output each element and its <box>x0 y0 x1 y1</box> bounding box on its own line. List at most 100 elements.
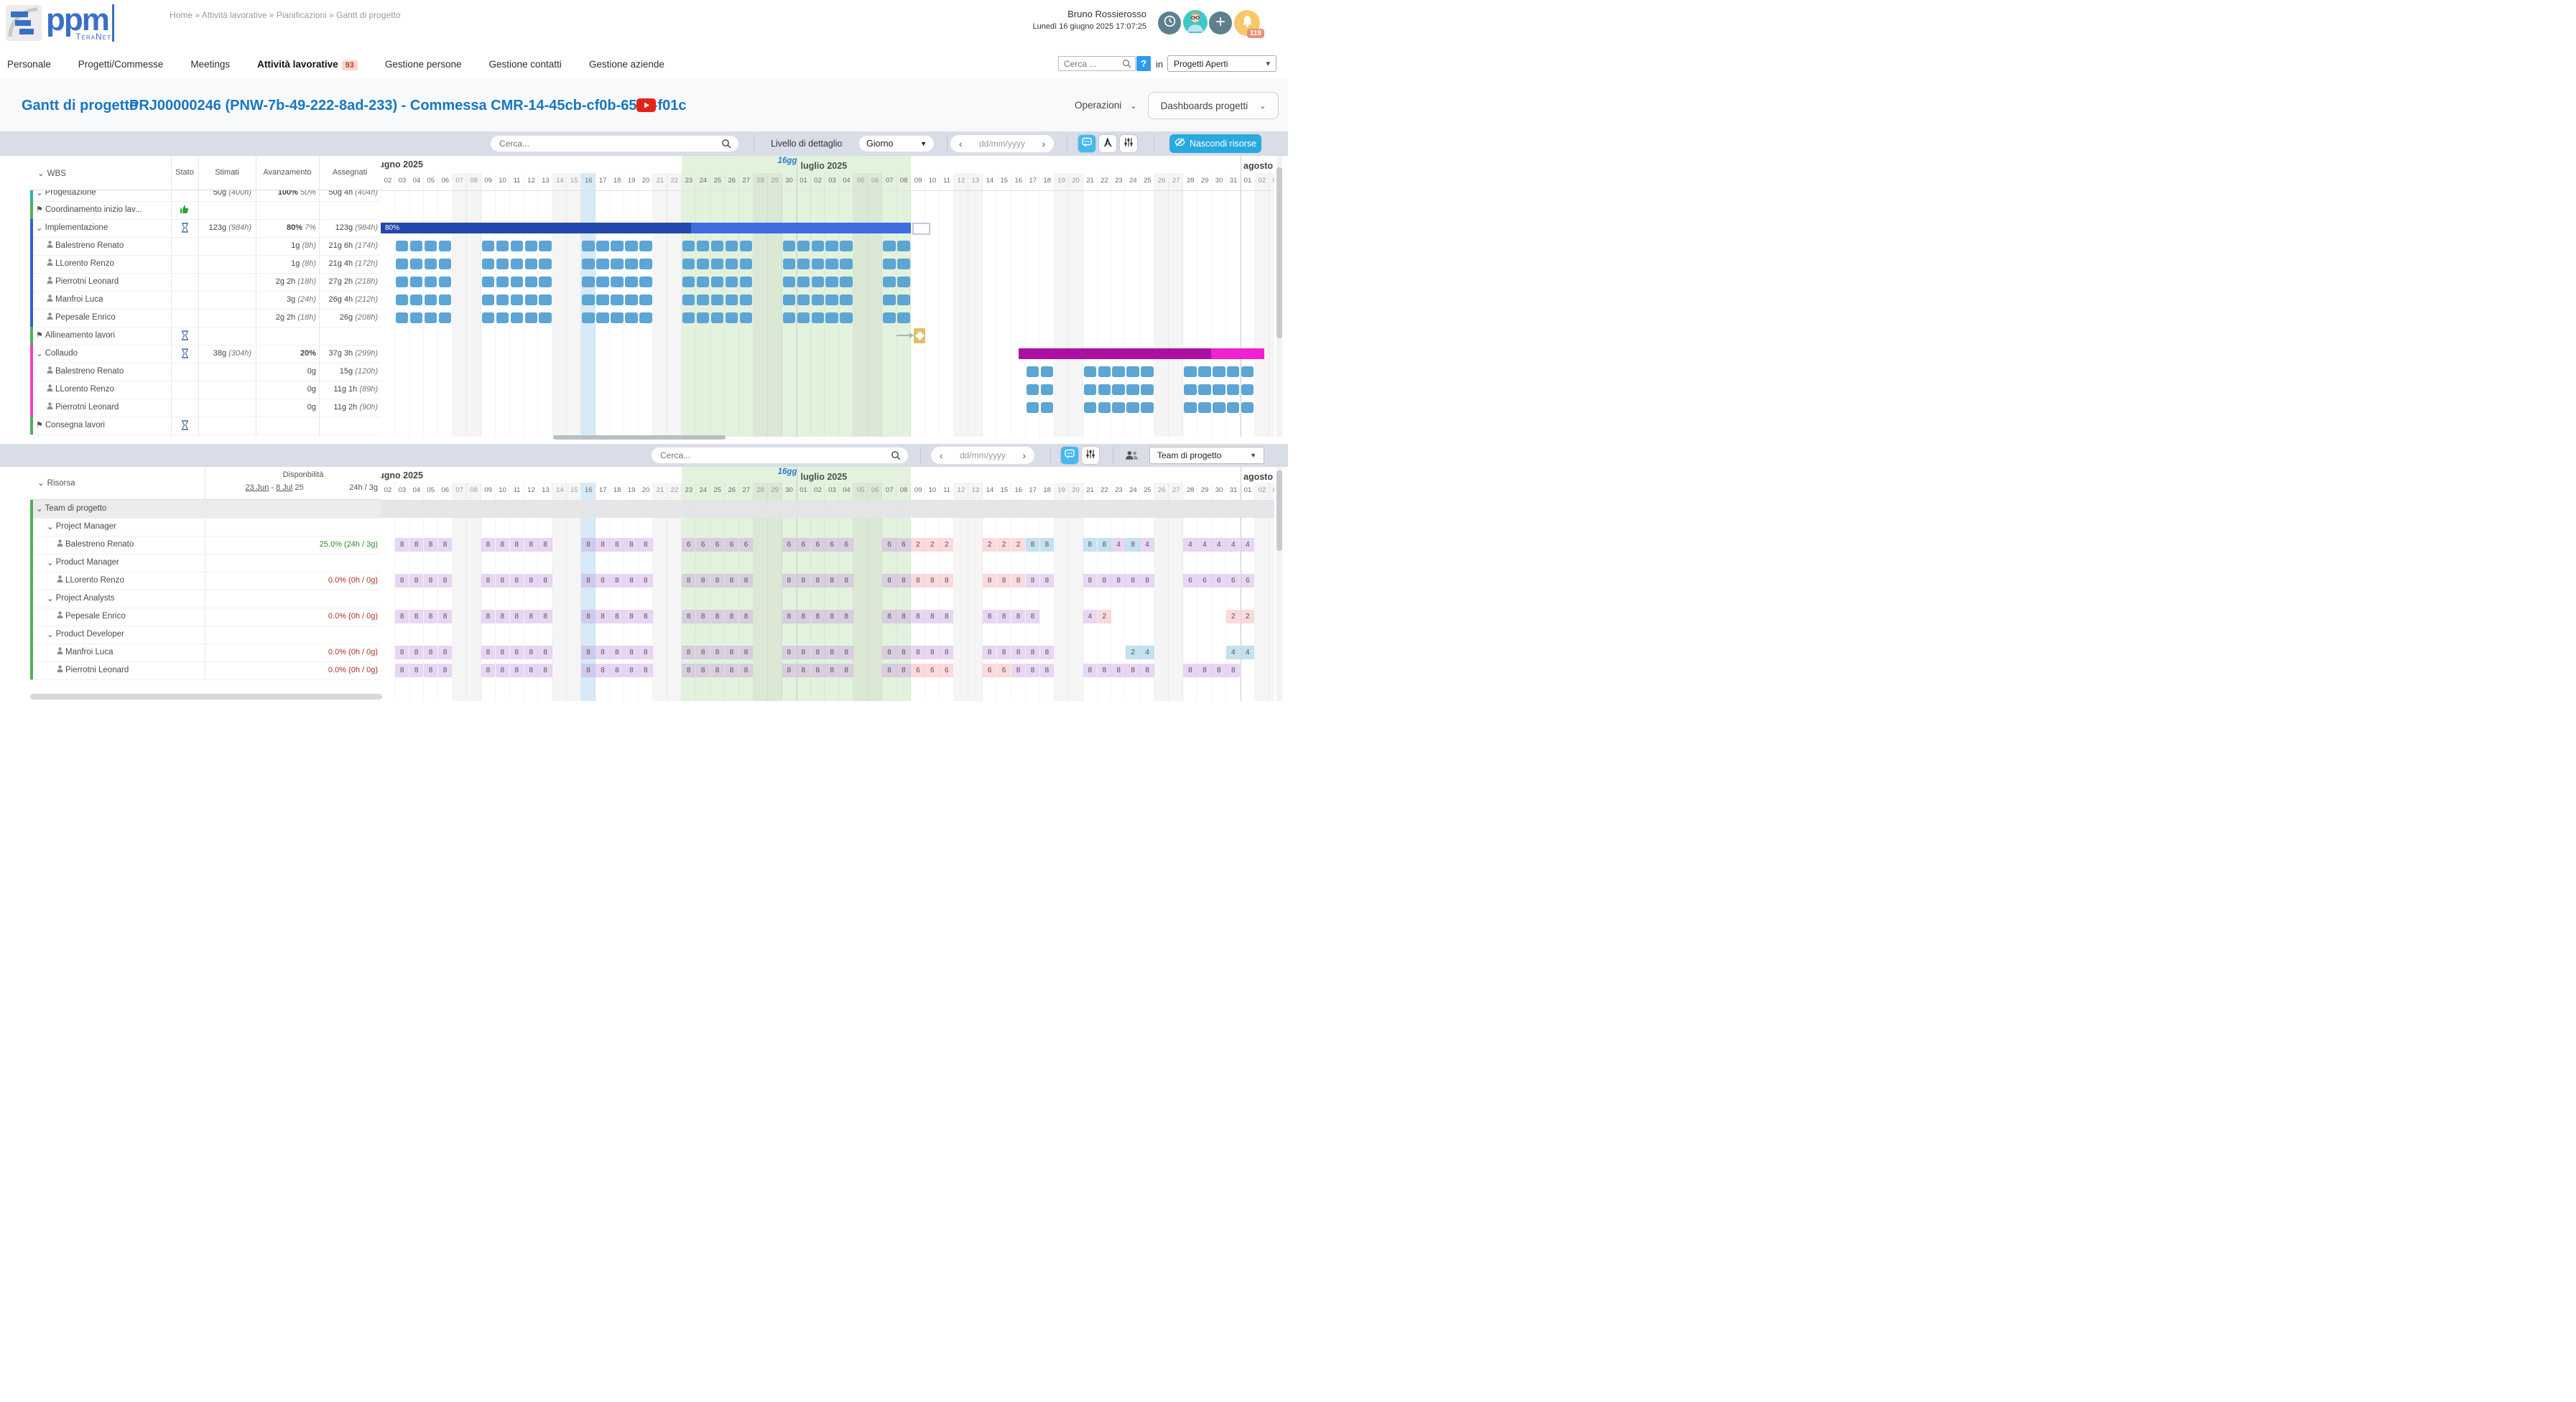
search-help-button[interactable]: ? <box>1136 56 1151 71</box>
allocation-cell[interactable]: 8 <box>710 664 724 677</box>
allocation-cell[interactable]: 2 <box>1098 610 1111 623</box>
allocation-cell[interactable]: 8 <box>424 574 437 588</box>
resource-row[interactable]: ⌄Project Manager <box>30 518 381 537</box>
gantt-day-bar[interactable] <box>611 294 623 305</box>
gantt-day-bar[interactable] <box>697 277 709 287</box>
add-button[interactable]: + <box>1209 11 1232 34</box>
allocation-cell[interactable]: 8 <box>538 646 552 659</box>
allocation-cell[interactable]: 8 <box>983 646 996 659</box>
gantt-day-bar[interactable] <box>396 312 408 323</box>
allocation-cell[interactable]: 4 <box>1111 538 1125 552</box>
gantt-day-bar[interactable] <box>625 312 637 323</box>
allocation-cell[interactable]: 2 <box>940 538 953 552</box>
resource-search-input[interactable] <box>652 447 908 463</box>
dashboards-dropdown-button[interactable]: Dashboards progetti ⌄ <box>1148 92 1279 119</box>
allocation-cell[interactable]: 8 <box>395 646 409 659</box>
gantt-day-bar[interactable] <box>1241 402 1254 413</box>
gantt-day-bar[interactable] <box>797 241 810 251</box>
allocation-cell[interactable]: 8 <box>624 646 638 659</box>
gantt-day-bar[interactable] <box>726 312 738 323</box>
allocation-cell[interactable]: 8 <box>983 574 996 588</box>
allocation-cell[interactable]: 8 <box>710 574 724 588</box>
allocation-cell[interactable]: 8 <box>1098 574 1111 588</box>
allocation-cell[interactable]: 8 <box>682 646 695 659</box>
allocation-cell[interactable]: 8 <box>624 664 638 677</box>
gantt-day-bar[interactable] <box>1227 402 1239 413</box>
gantt-day-bar[interactable] <box>1027 384 1039 395</box>
gantt-day-bar[interactable] <box>496 259 509 269</box>
chevron-down-icon[interactable]: ⌄ <box>47 521 54 531</box>
gantt-day-bar[interactable] <box>396 277 408 287</box>
allocation-cell[interactable]: 8 <box>596 646 609 659</box>
allocation-cell[interactable]: 8 <box>538 574 552 588</box>
allocation-cell[interactable]: 8 <box>395 538 409 552</box>
allocation-cell[interactable]: 8 <box>797 574 810 588</box>
allocation-cell[interactable]: 8 <box>424 610 437 623</box>
gantt-settings-button[interactable] <box>1120 135 1137 152</box>
allocation-cell[interactable]: 8 <box>896 646 910 659</box>
allocation-cell[interactable]: 8 <box>940 646 953 659</box>
gantt-day-bar[interactable] <box>482 241 494 251</box>
gantt-day-bar[interactable] <box>525 294 537 305</box>
allocation-cell[interactable]: 8 <box>725 646 738 659</box>
avanzamento-column-header[interactable]: Avanzamento <box>256 168 319 177</box>
resource-settings-button[interactable] <box>1082 447 1099 464</box>
prev-date-icon[interactable]: ‹ <box>940 450 943 461</box>
allocation-cell[interactable]: 8 <box>882 574 896 588</box>
allocation-cell[interactable]: 8 <box>896 664 910 677</box>
gantt-day-bar[interactable] <box>883 312 895 323</box>
gantt-day-bar[interactable] <box>582 277 594 287</box>
allocation-cell[interactable]: 8 <box>596 574 609 588</box>
gantt-day-bar[interactable] <box>740 294 752 305</box>
gantt-day-bar[interactable] <box>1098 384 1111 395</box>
allocation-cell[interactable]: 8 <box>882 610 896 623</box>
gantt-day-bar[interactable] <box>1213 384 1225 395</box>
gantt-day-bar[interactable] <box>783 259 795 269</box>
allocation-cell[interactable]: 8 <box>596 538 609 552</box>
assegnati-column-header[interactable]: Assegnati <box>319 168 381 177</box>
gantt-day-bar[interactable] <box>639 312 652 323</box>
allocation-cell[interactable]: 2 <box>997 538 1011 552</box>
gantt-day-bar[interactable] <box>511 312 523 323</box>
comments-toggle-button[interactable] <box>1078 135 1095 152</box>
gantt-day-bar[interactable] <box>525 241 537 251</box>
search-icon[interactable] <box>891 450 901 464</box>
allocation-cell[interactable]: 8 <box>610 664 624 677</box>
allocation-cell[interactable]: 8 <box>496 646 509 659</box>
chevron-down-icon[interactable]: ⌄ <box>36 348 43 358</box>
period-to-link[interactable]: 8 Jul <box>276 483 292 492</box>
project-title[interactable]: PRJ00000246 (PNW-7b-49-222-8ad-233) - Co… <box>129 98 687 114</box>
allocation-cell[interactable]: 4 <box>1183 538 1197 552</box>
risorsa-column-header[interactable]: ⌄Risorsa <box>37 478 75 488</box>
resource-comments-toggle-button[interactable] <box>1061 447 1078 464</box>
gantt-day-bar[interactable] <box>682 259 695 269</box>
gantt-day-bar[interactable] <box>611 241 623 251</box>
nav-item-attivit-lavorative[interactable]: Attività lavorative93 <box>257 59 358 70</box>
allocation-cell[interactable]: 8 <box>481 610 495 623</box>
allocation-cell[interactable]: 6 <box>1212 574 1226 588</box>
wbs-row[interactable]: LLorento Renzo0g11g 1h (89h) <box>30 381 381 399</box>
allocation-cell[interactable]: 8 <box>839 574 853 588</box>
allocation-cell[interactable]: 8 <box>1098 538 1111 552</box>
allocation-cell[interactable]: 8 <box>911 610 925 623</box>
gantt-day-bar[interactable] <box>812 259 824 269</box>
gantt-day-bar[interactable] <box>1084 366 1096 377</box>
wbs-row[interactable]: Balestreno Renato0g15g (120h) <box>30 363 381 381</box>
wbs-row[interactable]: Pepesale Enrico2g 2h (18h)26g (208h) <box>30 309 381 328</box>
gantt-day-bar[interactable] <box>682 312 695 323</box>
gantt-day-bar[interactable] <box>1213 402 1225 413</box>
gantt-day-bar[interactable] <box>740 312 752 323</box>
gantt-day-bar[interactable] <box>410 312 422 323</box>
allocation-cell[interactable]: 8 <box>782 574 796 588</box>
gantt-day-bar[interactable] <box>596 277 608 287</box>
gantt-day-bar[interactable] <box>682 241 695 251</box>
allocation-cell[interactable]: 8 <box>1140 574 1154 588</box>
gantt-day-bar[interactable] <box>1198 366 1210 377</box>
gantt-day-bar[interactable] <box>439 241 451 251</box>
allocation-cell[interactable]: 2 <box>1241 610 1254 623</box>
chevron-down-icon[interactable]: ⌄ <box>36 223 43 233</box>
gantt-day-bar[interactable] <box>897 312 909 323</box>
gantt-day-bar[interactable] <box>1041 366 1053 377</box>
allocation-cell[interactable]: 8 <box>682 574 695 588</box>
gantt-day-bar[interactable] <box>783 277 795 287</box>
